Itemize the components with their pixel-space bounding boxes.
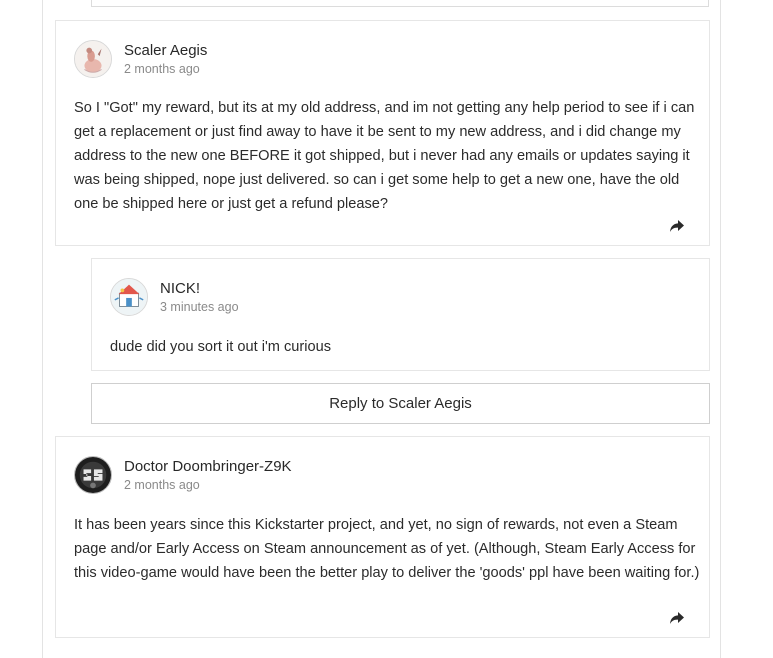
comment-body: So I "Got" my reward, but its at my old … xyxy=(74,100,695,212)
share-icon xyxy=(670,220,684,232)
reply-to-button[interactable]: Reply to Scaler Aegis xyxy=(91,383,710,424)
user-avatar-image xyxy=(75,41,111,77)
comment-card: Scaler Aegis 2 months ago So I "Got" my … xyxy=(55,20,710,246)
previous-reply-box xyxy=(91,0,709,7)
comment-author[interactable]: Scaler Aegis xyxy=(124,42,207,59)
avatar[interactable] xyxy=(74,456,112,494)
comment-body: It has been years since this Kickstarter… xyxy=(74,517,700,581)
share-button[interactable] xyxy=(669,611,685,625)
comment-card: Doctor Doombringer-Z9K 2 months ago It h… xyxy=(55,436,710,638)
reply-author[interactable]: NICK! xyxy=(160,280,200,297)
share-icon xyxy=(670,612,684,624)
reply-body: dude did you sort it out i'm curious xyxy=(110,339,331,355)
comment-author[interactable]: Doctor Doombringer-Z9K xyxy=(124,458,292,475)
share-button[interactable] xyxy=(669,219,685,233)
comment-timestamp: 2 months ago xyxy=(124,62,200,76)
user-avatar-image xyxy=(111,279,147,315)
avatar[interactable] xyxy=(110,278,148,316)
comment-timestamp: 2 months ago xyxy=(124,478,200,492)
user-avatar-image xyxy=(75,457,111,493)
reply-card: NICK! 3 minutes ago dude did you sort it… xyxy=(91,258,710,371)
avatar[interactable] xyxy=(74,40,112,78)
reply-timestamp: 3 minutes ago xyxy=(160,300,239,314)
